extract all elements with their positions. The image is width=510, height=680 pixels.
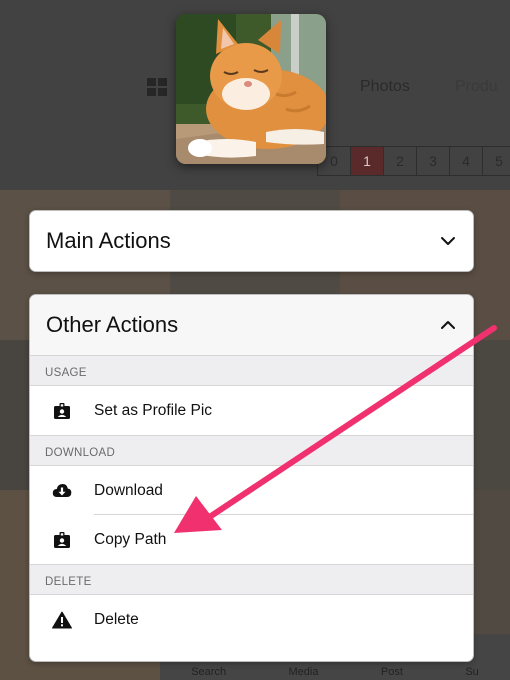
page-button: 3: [416, 146, 450, 176]
tab-products: Produ: [455, 78, 498, 95]
other-actions-header[interactable]: Other Actions: [30, 295, 473, 355]
bottom-nav-item: Su: [465, 666, 479, 678]
section-label-usage: USAGE: [30, 355, 473, 386]
pagination: 0 1 2 3 4 5: [317, 146, 510, 176]
grid-view-icon: [147, 78, 167, 96]
other-actions-title: Other Actions: [46, 312, 179, 337]
page-button: 5: [482, 146, 510, 176]
id-badge-icon: [30, 531, 94, 549]
delete-button[interactable]: Delete: [30, 595, 473, 644]
tab-photos: Photos: [360, 78, 410, 95]
chevron-down-icon: [441, 237, 455, 245]
action-label: Set as Profile Pic: [94, 401, 213, 419]
photo-thumbnail: [176, 14, 326, 164]
main-actions-header[interactable]: Main Actions: [30, 211, 473, 271]
page-button: 2: [383, 146, 417, 176]
set-profile-pic-button[interactable]: Set as Profile Pic: [30, 386, 473, 435]
main-actions-panel: Main Actions: [29, 210, 474, 272]
action-label: Download: [94, 481, 163, 499]
bottom-nav-item: Media: [288, 666, 319, 678]
chevron-up-icon: [441, 321, 455, 329]
download-button[interactable]: Download: [30, 466, 473, 515]
other-actions-panel: Other Actions USAGE Set as Profile Pic D…: [29, 294, 474, 662]
warning-icon: [30, 611, 94, 629]
page-button: 4: [449, 146, 483, 176]
bottom-nav-item: Search: [191, 666, 227, 678]
page-button-active: 1: [350, 146, 384, 176]
section-label-download: DOWNLOAD: [30, 435, 473, 466]
cloud-download-icon: [30, 483, 94, 499]
main-actions-title: Main Actions: [46, 228, 171, 253]
section-label-delete: DELETE: [30, 564, 473, 595]
id-badge-icon: [30, 402, 94, 420]
action-label: Copy Path: [94, 530, 167, 548]
action-label: Delete: [94, 610, 139, 628]
bottom-nav-item: Post: [380, 666, 403, 678]
copy-path-button[interactable]: Copy Path: [30, 515, 473, 564]
